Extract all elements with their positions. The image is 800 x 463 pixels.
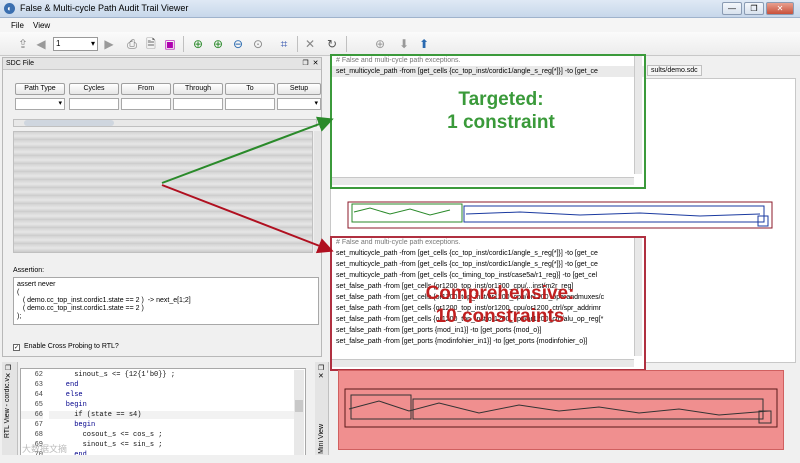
annotation-arrows <box>161 116 334 254</box>
arrow-to-targeted <box>161 116 334 184</box>
status-bar <box>0 455 800 463</box>
arrow-to-comprehensive <box>161 184 334 254</box>
